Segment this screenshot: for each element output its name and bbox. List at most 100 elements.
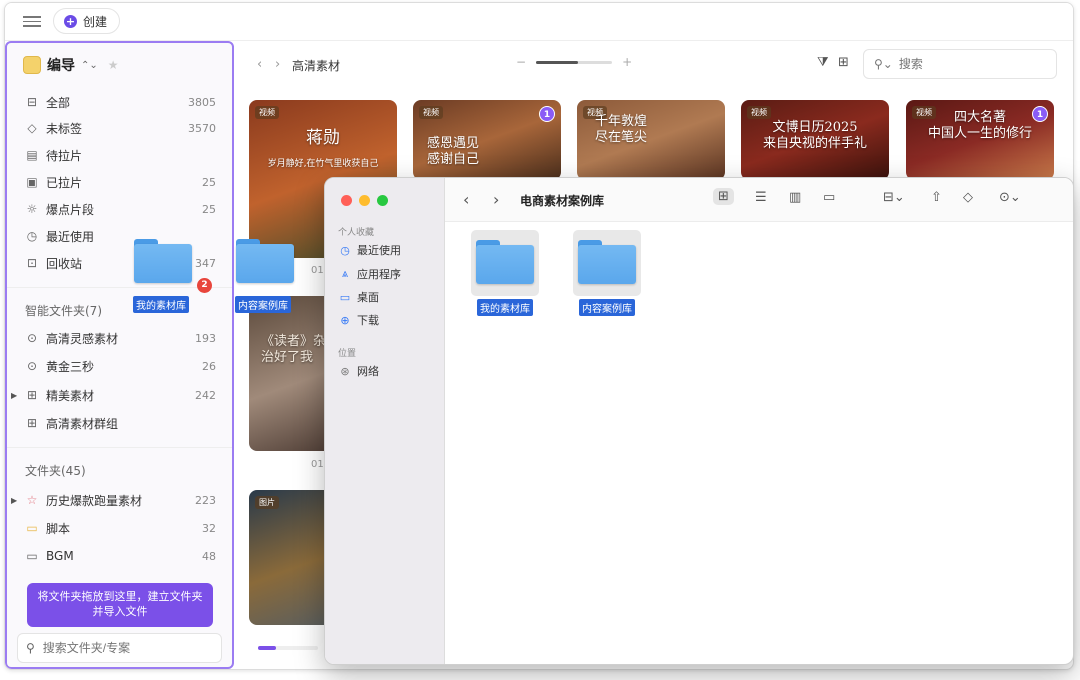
- folder-label: 脚本: [46, 521, 71, 536]
- search-input[interactable]: [898, 57, 1019, 71]
- sidebar-item-untagged[interactable]: ◇ 未标签 3570: [7, 115, 232, 141]
- folder-item[interactable]: ▭ BGM 48: [7, 543, 232, 569]
- list-view-icon[interactable]: ☰: [755, 190, 767, 205]
- zoom-track[interactable]: [536, 60, 613, 64]
- finder-item-label: 应用程序: [357, 268, 401, 281]
- drop-hint-tooltip: 将文件夹拖放到这里，建立文件夹并导入文件: [27, 583, 213, 627]
- sidebar-item-count: 25: [202, 202, 216, 216]
- expand-arrow-icon[interactable]: ▶: [11, 391, 17, 400]
- globe-icon: ⊛: [340, 364, 350, 378]
- finder-folder-name: 我的素材库: [477, 299, 533, 316]
- filter-icon[interactable]: ⧩: [817, 55, 829, 70]
- finder-sidebar-item[interactable]: ◷ 最近使用: [339, 242, 401, 258]
- media-card[interactable]: 视频 1 四大名著 中国人一生的修行: [906, 100, 1054, 180]
- dragged-folder-name: 我的素材库: [133, 296, 189, 313]
- close-icon[interactable]: [341, 195, 352, 206]
- zoom-icon[interactable]: [377, 195, 388, 206]
- smart-folder-item[interactable]: ⊙ 高清灵感素材 193: [7, 325, 232, 351]
- smart-folder-label: 精美素材: [46, 388, 95, 403]
- folder-item[interactable]: ▶ ☆ 历史爆款跑量素材 223: [7, 487, 232, 513]
- folder-label: BGM: [46, 549, 74, 563]
- zoom-slider[interactable]: − +: [516, 55, 632, 69]
- media-card[interactable]: 视频 千年敦煌 尽在笔尖: [577, 100, 725, 180]
- apps-icon: ⩓: [341, 267, 349, 280]
- finder-item-label: 网络: [357, 365, 379, 378]
- card-title: 感恩遇见 感谢自己: [427, 136, 480, 167]
- finder-folder[interactable]: 我的素材库: [471, 230, 539, 316]
- column-view-icon[interactable]: ▥: [789, 190, 801, 205]
- media-card[interactable]: 视频 文博日历2025 来自央视的伴手礼: [741, 100, 889, 180]
- media-type-tag: 视频: [747, 106, 771, 119]
- forward-icon[interactable]: ›: [275, 57, 280, 72]
- smart-folder-item[interactable]: ⊞ 高清素材群组: [7, 410, 232, 436]
- zoom-out-icon[interactable]: −: [516, 55, 526, 69]
- finder-item-label: 最近使用: [357, 244, 401, 257]
- media-card[interactable]: 视频 1 感恩遇见 感谢自己: [413, 100, 561, 180]
- expand-arrow-icon[interactable]: ▶: [11, 496, 17, 505]
- smart-folder-item[interactable]: ▶ ⊞ 精美素材 242: [7, 382, 232, 408]
- sidebar-item-reviewed[interactable]: ▣ 已拉片 25: [7, 169, 232, 195]
- folders-heading: 文件夹(45): [25, 464, 86, 478]
- smart-folder-icon: ⊙: [26, 331, 38, 345]
- star-icon[interactable]: ★: [108, 58, 119, 72]
- sidebar-item-label: 已拉片: [46, 175, 83, 190]
- grid-view-icon[interactable]: ⊞: [838, 55, 849, 70]
- sidebar: 编导 ⌃⌄ ★ ⊟ 全部 3805 ◇ 未标签 3570 ▤ 待拉片 ▣ 已拉片…: [5, 41, 234, 669]
- create-button[interactable]: + 创建: [53, 8, 121, 34]
- forward-icon[interactable]: ›: [493, 190, 499, 209]
- card-title: 文博日历2025 来自央视的伴手礼: [762, 120, 867, 151]
- scroll-indicator[interactable]: [258, 646, 318, 650]
- finder-toolbar: ‹ › 电商素材案例库 ⊞ ☰ ▥ ▭ ⊟⌄ ⇧ ◇ ⊙⌄: [445, 178, 1073, 222]
- sidebar-item-recent[interactable]: ◷ 最近使用: [7, 223, 232, 249]
- card-title: 蒋勋: [306, 128, 340, 148]
- finder-sidebar-item[interactable]: ▭ 桌面: [339, 289, 379, 305]
- inbox-icon: ⊟: [26, 95, 38, 109]
- dragged-folder[interactable]: [134, 237, 192, 283]
- sidebar-item-to-review[interactable]: ▤ 待拉片: [7, 142, 232, 168]
- sidebar-item-label: 全部: [46, 95, 71, 110]
- star-folder-icon: ☆: [26, 493, 38, 507]
- count-badge: 1: [539, 106, 555, 122]
- menu-icon[interactable]: [23, 13, 41, 31]
- clipboard-icon: ▤: [26, 148, 38, 162]
- drag-count-badge: 2: [197, 278, 212, 293]
- gallery-view-icon[interactable]: ▭: [823, 190, 835, 205]
- sidebar-item-highlights[interactable]: ☼ 爆点片段 25: [7, 196, 232, 222]
- folder-search-input[interactable]: [42, 641, 203, 655]
- finder-sidebar-item[interactable]: ⊛ 网络: [339, 363, 379, 379]
- zoom-in-icon[interactable]: +: [622, 55, 632, 69]
- main-toolbar: ‹ › 高清素材 − + ⧩ ⊞ ⚲⌄: [235, 41, 1073, 87]
- smart-folder-item[interactable]: ⊙ 黄金三秒 26: [7, 353, 232, 379]
- library-icon: [23, 56, 41, 74]
- group-icon[interactable]: ⊟⌄: [883, 190, 905, 205]
- plus-icon: +: [64, 14, 77, 28]
- minimize-icon[interactable]: [359, 195, 370, 206]
- grid-folder-icon: ⊞: [26, 388, 38, 402]
- grid-folder-icon: ⊞: [26, 416, 38, 430]
- spark-icon: ☼: [26, 202, 38, 216]
- folder-count: 223: [195, 493, 216, 507]
- download-icon: ⊕: [340, 313, 350, 327]
- search-box[interactable]: ⚲⌄: [863, 49, 1057, 79]
- icon-view-icon[interactable]: ⊞: [713, 188, 734, 205]
- finder-folder[interactable]: 内容案例库: [573, 230, 641, 316]
- finder-sidebar-item[interactable]: ⊕ 下载: [339, 312, 379, 328]
- locations-heading: 位置: [338, 349, 357, 359]
- smart-folder-count: 193: [195, 331, 216, 345]
- folder-search[interactable]: ⚲: [17, 633, 222, 663]
- share-icon[interactable]: ⇧: [931, 190, 942, 205]
- card-subtitle: 岁月静好,在竹气里收获自己: [267, 159, 379, 169]
- smart-folder-count: 242: [195, 388, 216, 402]
- tag-icon[interactable]: ◇: [963, 190, 973, 205]
- sidebar-item-trash[interactable]: ⊡ 回收站 347: [7, 250, 232, 276]
- dragged-folder[interactable]: [236, 237, 294, 283]
- back-icon[interactable]: ‹: [257, 57, 262, 72]
- breadcrumb: 高清素材: [292, 59, 341, 73]
- folder-item[interactable]: ▭ 脚本 32: [7, 515, 232, 541]
- sidebar-item-all[interactable]: ⊟ 全部 3805: [7, 89, 232, 115]
- more-icon[interactable]: ⊙⌄: [999, 190, 1021, 205]
- back-icon[interactable]: ‹: [463, 190, 469, 209]
- finder-sidebar-item[interactable]: ⩓ 应用程序: [339, 266, 401, 282]
- finder-item-label: 桌面: [357, 291, 379, 304]
- library-switcher[interactable]: 编导 ⌃⌄ ★: [23, 55, 119, 75]
